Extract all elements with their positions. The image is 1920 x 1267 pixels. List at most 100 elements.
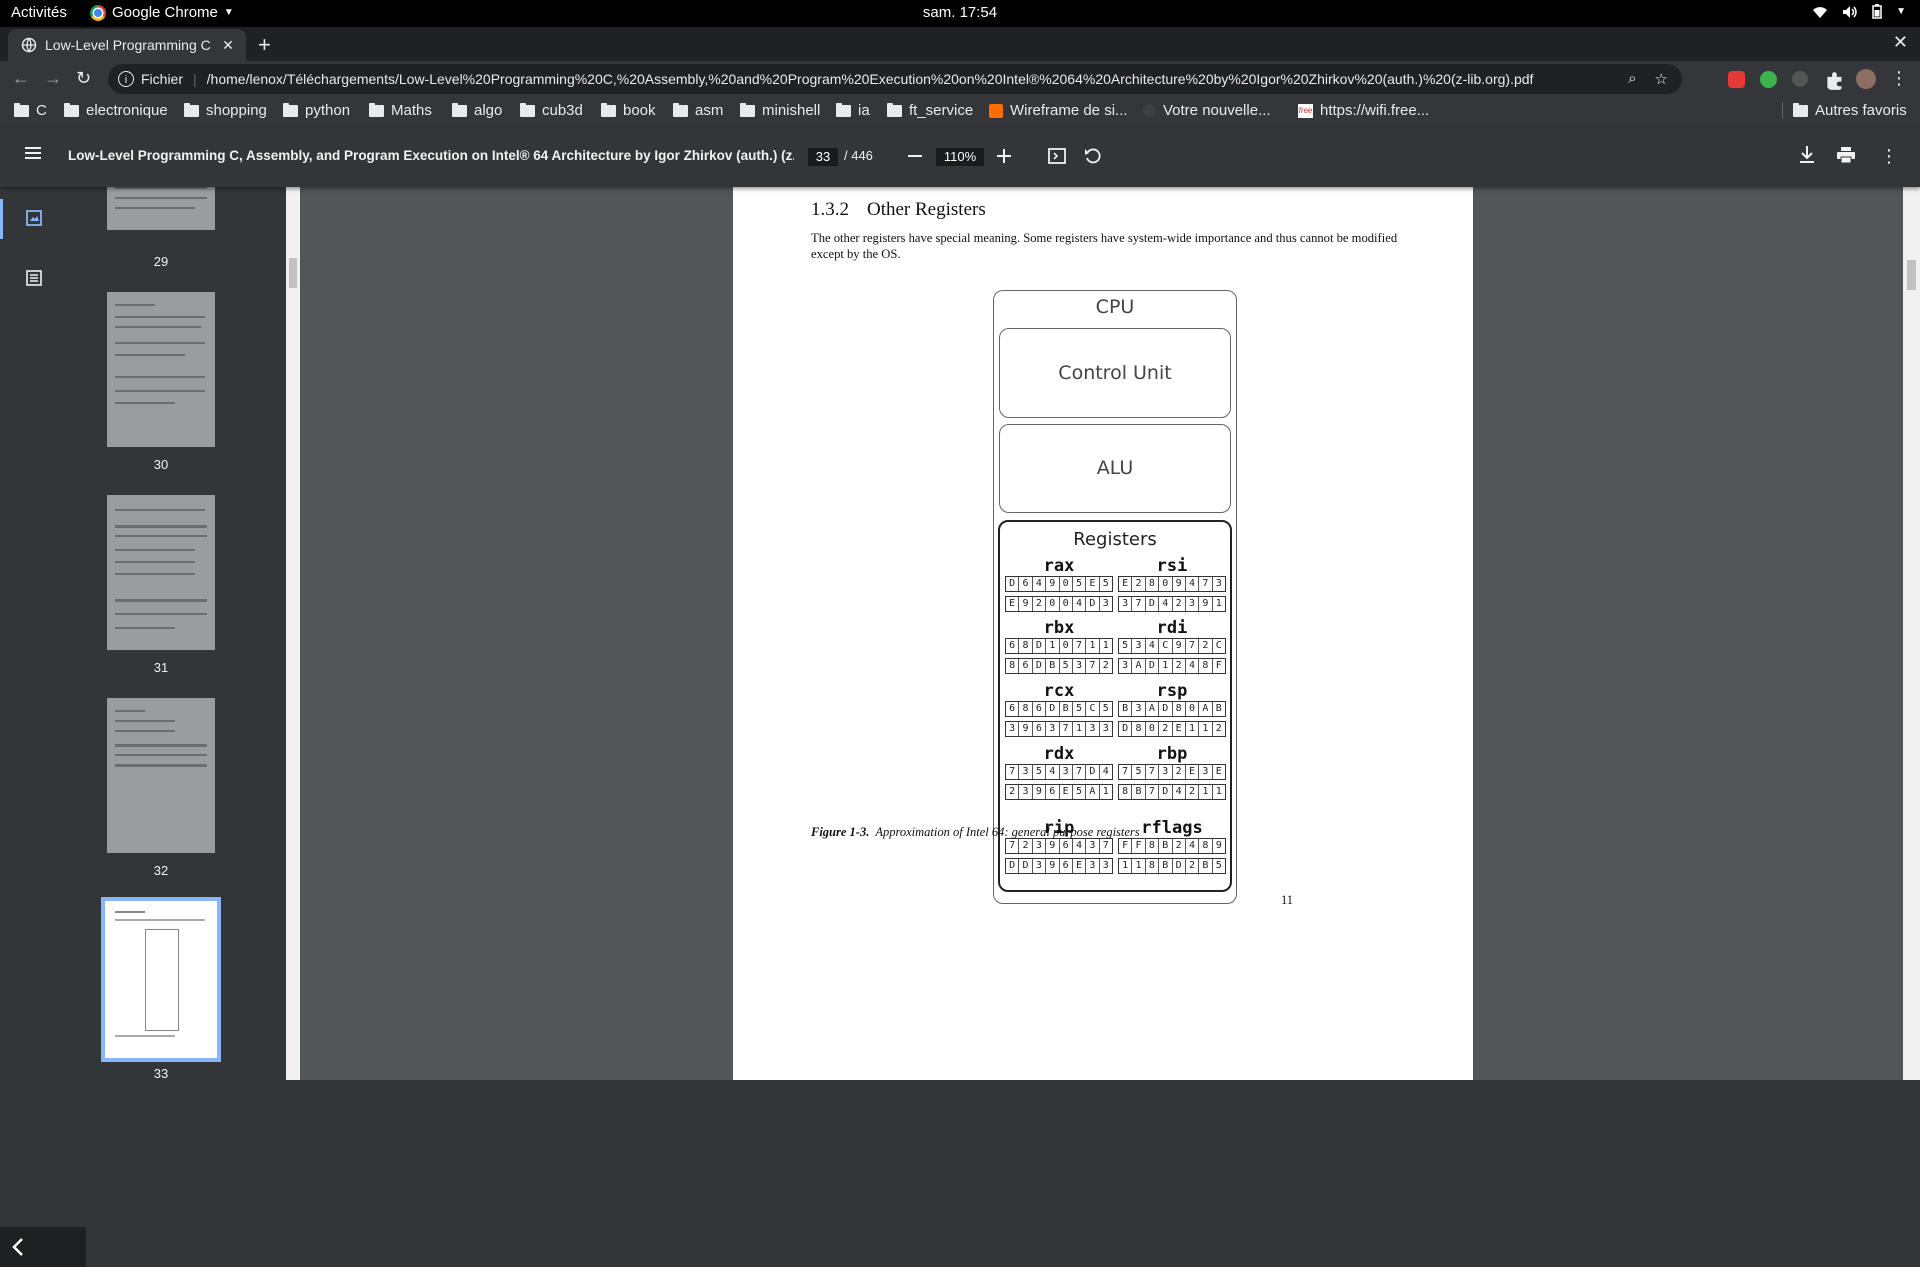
bookmark-folder-shopping[interactable]: shopping — [184, 102, 267, 119]
download-icon[interactable] — [1800, 146, 1814, 164]
register-digit: 3 — [1215, 578, 1222, 589]
pdf-viewer[interactable]: 1.3.2 Other Registers The other registers… — [300, 187, 1903, 1080]
page-thumbnail-33-selected[interactable] — [101, 897, 221, 1062]
bookmark-wifi-free[interactable]: free https://wifi.free... — [1298, 102, 1429, 119]
sidebar-scrollbar-thumb[interactable] — [289, 258, 297, 288]
page-thumbnail-number: 32 — [153, 863, 169, 878]
green-extension-icon[interactable] — [1760, 71, 1777, 88]
page-number-input[interactable]: 33 — [808, 148, 838, 166]
zoom-icon[interactable]: ⌕ — [1628, 70, 1636, 88]
bookmark-folder-cub3d[interactable]: cub3d — [520, 102, 583, 119]
register-digit: D — [1046, 702, 1060, 716]
register-digit: F — [1132, 839, 1146, 853]
page-thumbnail-32[interactable] — [107, 698, 215, 853]
register-digit: 9 — [1173, 577, 1186, 591]
browser-tab[interactable]: Low-Level Programming C ✕ — [8, 29, 246, 61]
bookmark-folder-asm[interactable]: asm — [673, 102, 723, 119]
info-icon[interactable]: i — [118, 71, 134, 87]
register-name: rax — [1043, 556, 1075, 576]
bookmark-star-icon[interactable]: ☆ — [1655, 70, 1668, 88]
profile-avatar[interactable] — [1856, 69, 1876, 89]
register-value-row: 686DB5C5 — [1005, 701, 1113, 717]
register-digit: 7 — [1146, 765, 1160, 779]
register-digit: 7 — [1199, 577, 1213, 591]
adblock-extension-icon[interactable] — [1728, 71, 1745, 88]
close-window-icon[interactable]: ✕ — [1893, 32, 1908, 53]
register-digit: E — [1086, 577, 1100, 591]
register-digit: 7 — [1073, 765, 1087, 779]
bookmark-folder-ia[interactable]: ia — [836, 102, 870, 119]
register-digit: D — [1033, 659, 1047, 673]
sidebar-scrollbar[interactable] — [286, 187, 300, 1080]
reload-icon[interactable]: ↻ — [76, 68, 91, 89]
app-menu[interactable]: Google Chrome ▼ — [90, 4, 234, 21]
print-icon[interactable] — [1837, 147, 1855, 163]
register-digit: C — [1215, 640, 1222, 651]
register-digit: D — [1019, 859, 1033, 873]
dark-extension-icon[interactable] — [1792, 71, 1808, 87]
register-rdi: rdi 5 3 4 C 9 7 2 C 3 A D 1 2 4 8 F — [1118, 618, 1226, 678]
chevron-down-icon: ▼ — [1896, 6, 1906, 17]
forward-arrow-icon[interactable]: → — [44, 68, 62, 89]
zoom-out-icon[interactable] — [908, 155, 922, 157]
thumbnails-view-icon[interactable] — [26, 210, 42, 226]
fit-page-icon[interactable] — [1048, 148, 1066, 164]
alu-box: ALU — [999, 424, 1231, 513]
register-digit: 5 — [1060, 659, 1073, 673]
bookmark-other-favorites[interactable]: Autres favoris — [1782, 102, 1907, 119]
more-options-icon[interactable]: ⋮ — [1880, 146, 1898, 167]
register-value-row: B3AD80AB — [1118, 701, 1226, 717]
register-value-row: D64905E5 — [1005, 576, 1113, 592]
viewer-scrollbar-thumb[interactable] — [1907, 260, 1916, 290]
url-separator: | — [193, 71, 197, 87]
bookmark-folder-book[interactable]: book — [601, 102, 656, 119]
bookmark-folder-algo[interactable]: algo — [452, 102, 502, 119]
bookmark-nouvelle[interactable]: Votre nouvelle... — [1143, 102, 1271, 119]
bookmark-folder-minishell[interactable]: minishell — [740, 102, 820, 119]
close-tab-icon[interactable]: ✕ — [218, 37, 238, 54]
register-rsi: rsi E 2 8 0 9 4 7 3 3 7 D 4 2 3 9 1 — [1118, 556, 1226, 616]
register-name: rdi — [1156, 618, 1188, 638]
page-thumbnail-31[interactable] — [107, 495, 215, 650]
register-digit: B — [1159, 859, 1173, 873]
bookmark-folder-maths[interactable]: Maths — [369, 102, 432, 119]
chrome-menu-icon[interactable]: ⋮ — [1890, 68, 1908, 89]
register-digit: D — [1119, 722, 1133, 736]
document-outline-icon[interactable] — [26, 270, 42, 286]
url-text[interactable]: /home/lenox/Téléchargements/Low-Level%20… — [207, 71, 1628, 87]
viewer-scrollbar[interactable] — [1903, 187, 1920, 1080]
bookmark-folder-python[interactable]: python — [283, 102, 350, 119]
hamburger-menu-icon[interactable] — [24, 146, 42, 160]
register-digit: 1 — [1159, 659, 1173, 673]
register-digit: 3 — [1132, 639, 1146, 653]
puzzle-extensions-icon[interactable] — [1825, 71, 1845, 91]
register-digit: E — [1073, 859, 1087, 873]
register-digit: E — [1215, 766, 1222, 777]
zoom-in-icon[interactable] — [997, 149, 1011, 163]
register-digit: D — [1146, 597, 1160, 611]
back-arrow-icon[interactable]: ← — [12, 68, 30, 89]
bookmark-folder-ft-service[interactable]: ft_service — [887, 102, 973, 119]
register-digit: 6 — [1060, 859, 1073, 873]
zoom-level-input[interactable]: 110% — [936, 148, 984, 166]
register-digit: A — [1132, 659, 1146, 673]
thumbnail-sidebar: 29 30 31 32 33 — [0, 157, 286, 1267]
collapse-sidebar-button[interactable] — [0, 1227, 86, 1267]
bookmark-wireframe[interactable]: Wireframe de si... — [989, 102, 1128, 119]
address-bar[interactable]: i Fichier | /home/lenox/Téléchargements/… — [108, 64, 1682, 94]
register-value-row: 86DB5372 — [1005, 658, 1113, 674]
register-digit: 3 — [1119, 659, 1133, 673]
bookmark-folder-electronique[interactable]: electronique — [64, 102, 168, 119]
register-value-row: DD396E33 — [1005, 858, 1113, 874]
register-digit: D — [1159, 785, 1173, 799]
system-tray[interactable]: ▼ — [1812, 4, 1906, 19]
page-thumbnail-30[interactable] — [107, 292, 215, 447]
register-value-row: 3AD1248F — [1118, 658, 1226, 674]
clock[interactable]: sam. 17:54 — [923, 4, 997, 21]
rotate-icon[interactable] — [1084, 147, 1102, 165]
new-tab-button[interactable]: + — [258, 32, 271, 58]
register-digit: 0 — [1186, 702, 1200, 716]
cpu-diagram: CPU Control Unit ALU Registers rax D 6 4 9 0 5… — [993, 290, 1237, 904]
activities-button[interactable]: Activités — [11, 4, 67, 21]
bookmark-folder-c[interactable]: C — [14, 102, 47, 119]
